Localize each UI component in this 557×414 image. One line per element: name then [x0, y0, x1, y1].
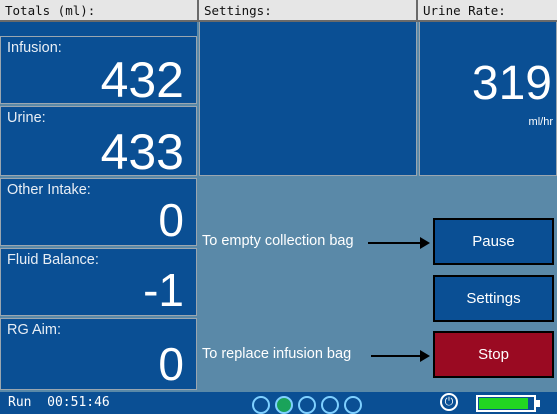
progress-dot-3	[298, 396, 316, 414]
battery-fill	[479, 398, 528, 409]
run-timer: Run 00:51:46	[8, 395, 110, 410]
rg-aim-value: 0	[158, 338, 184, 390]
stop-button[interactable]: Stop	[433, 331, 554, 378]
power-icon: ⏻	[440, 393, 458, 411]
urine-label: Urine:	[7, 110, 46, 126]
pause-button[interactable]: Pause	[433, 218, 554, 265]
urine-rate-header: Urine Rate:	[418, 0, 557, 22]
battery-icon	[476, 395, 536, 412]
progress-dot-4	[321, 396, 339, 414]
fluid-balance-panel: Fluid Balance: -1	[0, 248, 197, 316]
fluid-balance-value: -1	[143, 264, 184, 316]
fluid-balance-label: Fluid Balance:	[7, 252, 99, 268]
infusion-label: Infusion:	[7, 40, 62, 56]
settings-button[interactable]: Settings	[433, 275, 554, 322]
urine-rate-panel: 319 ml/hr	[419, 22, 557, 176]
battery-tip	[536, 400, 540, 407]
rg-aim-panel: RG Aim: 0	[0, 318, 197, 390]
replace-bag-instruction: To replace infusion bag	[202, 346, 352, 362]
settings-panel	[199, 22, 417, 176]
rg-aim-label: RG Aim:	[7, 322, 61, 338]
infusion-panel: Infusion: 432	[0, 36, 197, 108]
urine-value: 433	[100, 124, 184, 180]
totals-header: Totals (ml):	[0, 0, 199, 22]
other-intake-panel: Other Intake: 0	[0, 178, 197, 246]
urine-panel: Urine: 433	[0, 106, 197, 180]
replace-bag-arrow	[371, 350, 430, 362]
progress-dot-5	[344, 396, 362, 414]
other-intake-label: Other Intake:	[7, 182, 91, 198]
settings-header: Settings:	[199, 0, 418, 22]
urine-rate-value: 319	[471, 57, 552, 110]
other-intake-value: 0	[158, 194, 184, 246]
status-bar: Run 00:51:46 ⏻	[0, 392, 557, 414]
totals-top-strip	[0, 22, 197, 36]
progress-dot-1	[252, 396, 270, 414]
infusion-value: 432	[100, 52, 184, 108]
urine-rate-unit: ml/hr	[528, 116, 553, 128]
progress-dot-2	[275, 396, 293, 414]
empty-bag-instruction: To empty collection bag	[202, 233, 354, 249]
empty-bag-arrow	[368, 237, 430, 249]
